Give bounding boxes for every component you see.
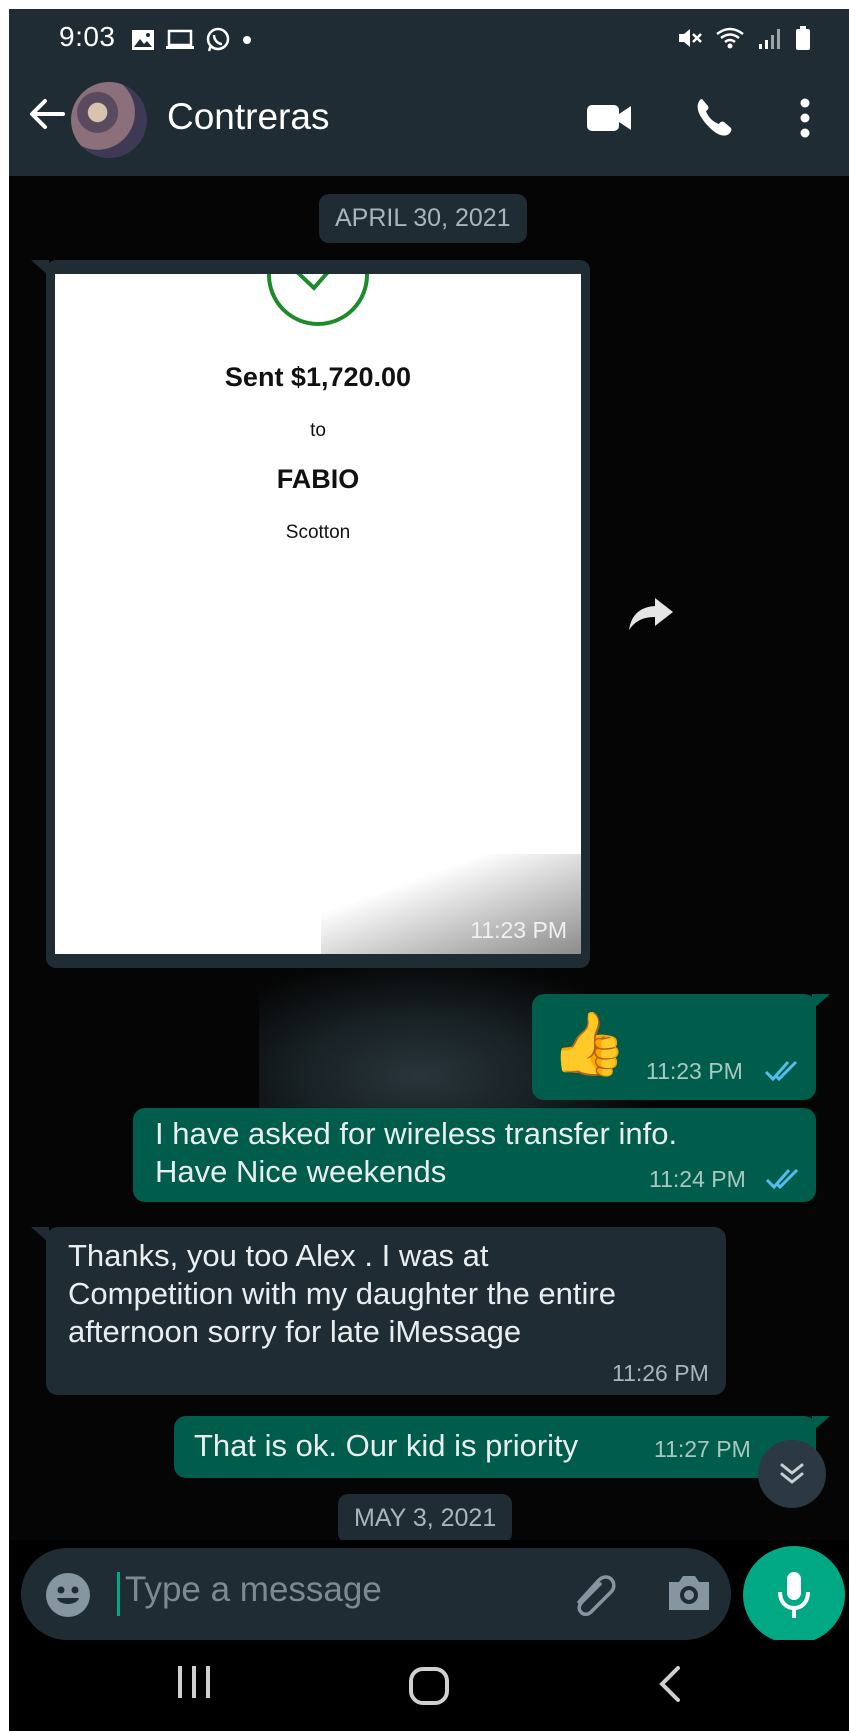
message-text-line: Competition with my daughter the entire — [68, 1276, 616, 1311]
payment-receipt-image[interactable]: Sent $1,720.00 to FABIO Scotton 11:23 PM — [55, 274, 581, 954]
image-icon — [132, 30, 154, 50]
message-text-line: Have Nice weekends — [155, 1154, 447, 1189]
avatar[interactable] — [71, 82, 147, 158]
forward-icon[interactable] — [627, 596, 675, 632]
voice-message-button[interactable] — [743, 1546, 845, 1644]
status-time: 9:03 — [59, 21, 116, 52]
battery-icon — [796, 26, 810, 50]
contact-name[interactable]: Contreras — [167, 96, 329, 138]
phone-call-icon[interactable] — [692, 96, 734, 138]
more-vert-icon[interactable] — [799, 98, 811, 138]
wifi-icon — [716, 27, 744, 49]
dot-icon — [243, 36, 251, 44]
payment-amount: Sent $1,720.00 — [224, 362, 412, 392]
attach-icon[interactable] — [569, 1572, 617, 1616]
status-bar: 9:03 — [9, 9, 849, 62]
check-circle-icon — [267, 274, 369, 326]
date-chip: APRIL 30, 2021 — [319, 194, 527, 243]
message-emoji: 👍 — [550, 1010, 628, 1079]
composer-bar: Type a message — [9, 1540, 849, 1644]
message-text-line: Thanks, you too Alex . I was at — [68, 1238, 489, 1273]
message-text-line: afternoon sorry for late iMessage — [68, 1314, 522, 1349]
home-icon[interactable] — [408, 1666, 450, 1706]
laptop-icon — [166, 29, 194, 49]
payment-recipient: FABIO — [276, 464, 360, 494]
message-time: 11:23 PM — [470, 917, 567, 943]
nav-back-icon[interactable] — [654, 1664, 684, 1704]
outgoing-message[interactable]: 👍 11:23 PM — [532, 994, 816, 1100]
outgoing-message[interactable]: I have asked for wireless transfer info.… — [133, 1108, 816, 1202]
arrow-left-icon[interactable] — [27, 94, 67, 134]
mic-icon — [778, 1572, 810, 1618]
read-ticks-icon — [764, 1060, 798, 1082]
payment-to: to — [310, 420, 326, 441]
read-ticks-icon — [765, 1168, 799, 1190]
payment-subtitle: Scotton — [285, 522, 351, 543]
image-message[interactable]: Sent $1,720.00 to FABIO Scotton 11:23 PM — [46, 260, 590, 968]
message-time: 11:27 PM — [654, 1436, 751, 1462]
emoji-icon[interactable] — [45, 1572, 91, 1618]
video-call-icon[interactable] — [585, 102, 633, 134]
phone-screen: 9:03 Contreras APRIL 30, 2021 Sent $1,72… — [9, 9, 849, 1731]
message-text-line: That is ok. Our kid is priority — [194, 1428, 579, 1463]
recent-apps-icon[interactable] — [174, 1662, 214, 1702]
message-time: 11:26 PM — [612, 1360, 709, 1386]
chat-area[interactable]: APRIL 30, 2021 Sent $1,720.00 to FABIO S… — [9, 176, 849, 1540]
signal-icon — [759, 29, 780, 49]
date-chip: MAY 3, 2021 — [338, 1494, 513, 1540]
text-caret — [117, 1572, 120, 1616]
message-input[interactable]: Type a message — [125, 1570, 382, 1610]
status-left-icons — [131, 27, 253, 53]
scroll-to-bottom-button[interactable] — [758, 1440, 826, 1508]
system-nav-bar — [9, 1640, 849, 1731]
mute-icon — [679, 29, 702, 47]
incoming-message[interactable]: Thanks, you too Alex . I was at Competit… — [46, 1227, 726, 1395]
whatsapp-icon — [206, 27, 230, 52]
message-time: 11:24 PM — [649, 1166, 746, 1192]
status-right-icons — [677, 25, 811, 51]
camera-icon[interactable] — [665, 1572, 713, 1614]
message-input-container[interactable]: Type a message — [21, 1548, 731, 1640]
double-chevron-down-icon — [780, 1463, 804, 1484]
outgoing-message[interactable]: That is ok. Our kid is priority 11:27 PM — [174, 1416, 816, 1478]
message-time: 11:23 PM — [646, 1058, 743, 1084]
message-text-line: I have asked for wireless transfer info. — [155, 1116, 678, 1151]
chat-header: Contreras — [9, 62, 849, 176]
